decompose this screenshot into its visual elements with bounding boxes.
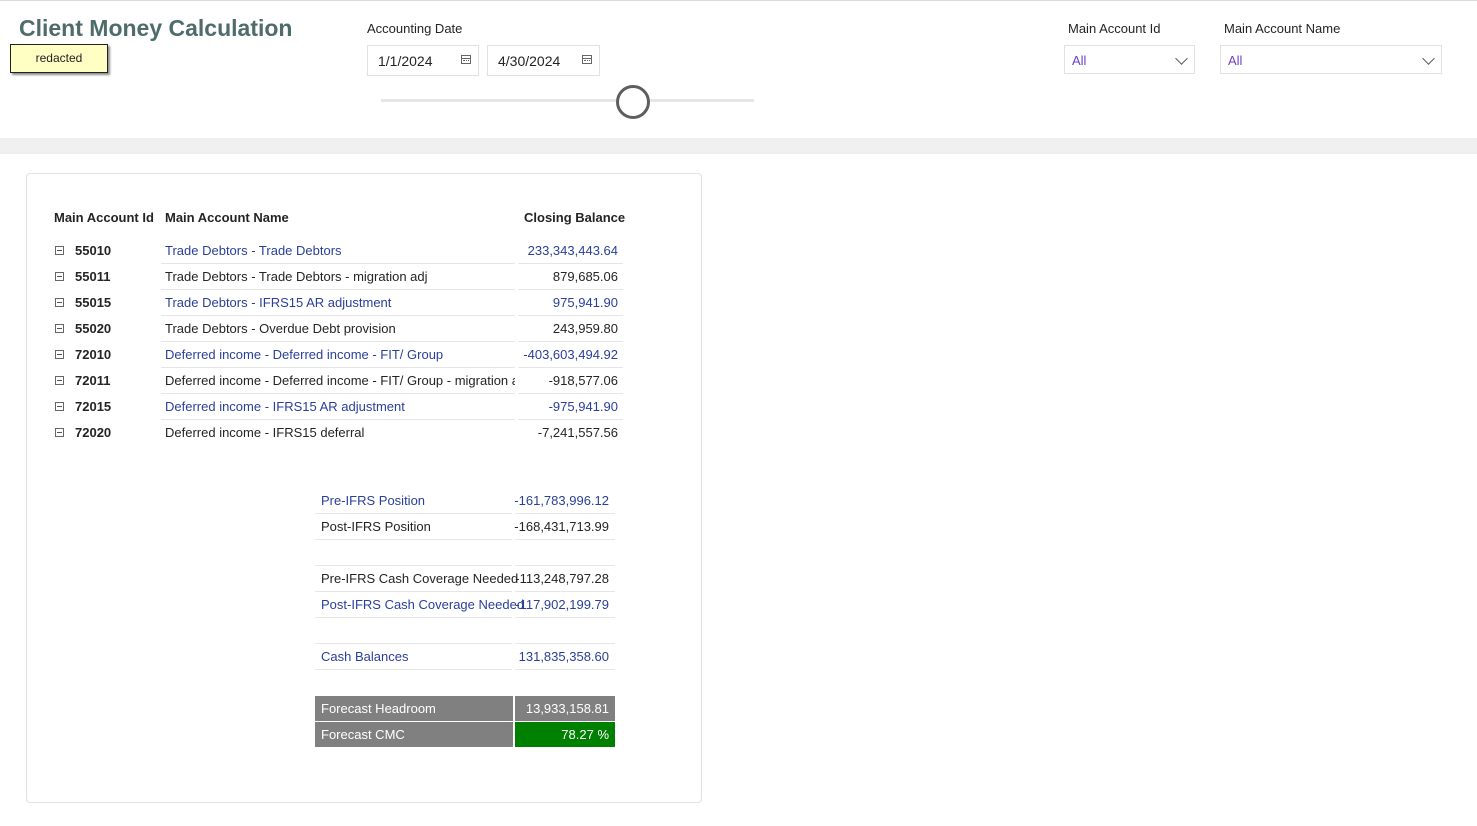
forecast-headroom-label: Forecast Headroom bbox=[315, 696, 513, 721]
column-header-closing-balance[interactable]: Closing Balance bbox=[524, 210, 625, 225]
forecast-headroom-row[interactable]: Forecast Headroom 13,933,158.81 bbox=[315, 696, 615, 721]
summary-label: Cash Balances bbox=[321, 649, 409, 664]
forecast-headroom-value: 13,933,158.81 bbox=[515, 696, 615, 721]
summary-row-cash-balances[interactable]: Cash Balances 131,835,358.60 bbox=[315, 644, 615, 670]
collapse-icon[interactable] bbox=[55, 350, 64, 359]
closing-balance: 975,941.90 bbox=[552, 295, 618, 310]
account-name: Deferred income - IFRS15 AR adjustment bbox=[165, 399, 405, 414]
summary-row-post-ifrs-position[interactable]: Post-IFRS Position -168,431,713.99 bbox=[315, 514, 615, 540]
summary-row-pre-ifrs-cash[interactable]: Pre-IFRS Cash Coverage Needed -113,248,7… bbox=[315, 566, 615, 592]
main-account-id-label: Main Account Id bbox=[1068, 21, 1161, 36]
closing-balance: -918,577.06 bbox=[548, 373, 618, 388]
main-account-id-dropdown[interactable]: All bbox=[1064, 45, 1195, 74]
summary-label: Post-IFRS Position bbox=[321, 519, 431, 534]
summary-label: Post-IFRS Cash Coverage Needed bbox=[321, 597, 525, 612]
calendar-icon[interactable] bbox=[461, 55, 471, 64]
summary-value: 131,835,358.60 bbox=[518, 649, 609, 664]
collapse-icon[interactable] bbox=[55, 298, 64, 307]
row-divider bbox=[315, 669, 512, 670]
table-row[interactable]: 72020 Deferred income - IFRS15 deferral … bbox=[48, 420, 623, 446]
collapse-icon[interactable] bbox=[55, 376, 64, 385]
table-row[interactable]: 55011 Trade Debtors - Trade Debtors - mi… bbox=[48, 264, 623, 290]
account-name: Deferred income - Deferred income - FIT/… bbox=[165, 347, 444, 362]
chevron-down-icon bbox=[1422, 52, 1435, 65]
table-row[interactable]: 72015 Deferred income - IFRS15 AR adjust… bbox=[48, 394, 623, 420]
calendar-icon[interactable] bbox=[582, 55, 592, 64]
account-name: Trade Debtors - Trade Debtors bbox=[165, 243, 342, 258]
column-header-main-account-id[interactable]: Main Account Id bbox=[54, 210, 154, 225]
summary-value: -117,902,199.79 bbox=[515, 597, 609, 612]
closing-balance: -403,603,494.92 bbox=[523, 347, 618, 362]
collapse-icon[interactable] bbox=[55, 428, 64, 437]
collapse-icon[interactable] bbox=[55, 246, 64, 255]
account-id: 72020 bbox=[75, 425, 112, 440]
account-id: 55010 bbox=[75, 243, 112, 258]
main-account-name-dropdown[interactable]: All bbox=[1220, 45, 1442, 74]
closing-balance: 879,685.06 bbox=[552, 269, 618, 284]
closing-balance: 243,959.80 bbox=[552, 321, 618, 336]
account-name: Trade Debtors - Trade Debtors - migratio… bbox=[165, 269, 428, 284]
closing-balance: 233,343,443.64 bbox=[527, 243, 618, 258]
collapse-icon[interactable] bbox=[55, 324, 64, 333]
closing-balance: -7,241,557.56 bbox=[537, 425, 618, 440]
accounting-date-label: Accounting Date bbox=[367, 21, 463, 36]
end-date-value: 4/30/2024 bbox=[498, 53, 561, 69]
account-name: Trade Debtors - IFRS15 AR adjustment bbox=[165, 295, 392, 310]
main-account-id-selected: All bbox=[1072, 53, 1087, 68]
summary-label: Pre-IFRS Position bbox=[321, 493, 426, 508]
start-date-value: 1/1/2024 bbox=[378, 53, 433, 69]
account-id: 55020 bbox=[75, 321, 112, 336]
account-id: 72010 bbox=[75, 347, 112, 362]
account-id: 55015 bbox=[75, 295, 112, 310]
summary-value: -168,431,713.99 bbox=[514, 519, 609, 534]
account-name: Trade Debtors - Overdue Debt provision bbox=[165, 321, 396, 336]
account-id: 72011 bbox=[75, 373, 111, 388]
summary-row-post-ifrs-cash[interactable]: Post-IFRS Cash Coverage Needed -117,902,… bbox=[315, 592, 615, 618]
account-id: 72015 bbox=[75, 399, 112, 414]
chevron-down-icon bbox=[1175, 52, 1188, 65]
forecast-cmc-value: 78.27 % bbox=[515, 722, 615, 747]
closing-balance: -975,941.90 bbox=[548, 399, 618, 414]
account-id: 55011 bbox=[75, 269, 111, 284]
forecast-cmc-row[interactable]: Forecast CMC 78.27 % bbox=[315, 722, 615, 747]
summary-value: -113,248,797.28 bbox=[515, 571, 609, 586]
date-range-slider-track[interactable] bbox=[381, 99, 754, 102]
collapse-icon[interactable] bbox=[55, 402, 64, 411]
summary-label: Pre-IFRS Cash Coverage Needed bbox=[321, 571, 519, 586]
row-divider bbox=[515, 669, 615, 670]
summary-row-pre-ifrs-position[interactable]: Pre-IFRS Position -161,783,996.12 bbox=[315, 488, 615, 514]
page-title: Client Money Calculation bbox=[19, 15, 293, 41]
column-header-main-account-name[interactable]: Main Account Name bbox=[165, 210, 289, 225]
end-date-input[interactable]: 4/30/2024 bbox=[487, 45, 600, 76]
redacted-note: redacted bbox=[10, 44, 108, 73]
summary-row-spacer bbox=[315, 540, 615, 566]
table-row[interactable]: 72011 Deferred income - Deferred income … bbox=[48, 368, 623, 394]
start-date-input[interactable]: 1/1/2024 bbox=[367, 45, 479, 76]
header-divider-band bbox=[0, 138, 1477, 154]
main-account-name-label: Main Account Name bbox=[1224, 21, 1341, 36]
account-name: Deferred income - IFRS15 deferral bbox=[165, 425, 365, 440]
summary-row-spacer bbox=[315, 618, 615, 644]
table-row[interactable]: 72010 Deferred income - Deferred income … bbox=[48, 342, 623, 368]
table-row[interactable]: 55010 Trade Debtors - Trade Debtors 233,… bbox=[48, 238, 623, 264]
table-row[interactable]: 55020 Trade Debtors - Overdue Debt provi… bbox=[48, 316, 623, 342]
table-row[interactable]: 55015 Trade Debtors - IFRS15 AR adjustme… bbox=[48, 290, 623, 316]
collapse-icon[interactable] bbox=[55, 272, 64, 281]
account-name: Deferred income - Deferred income - FIT/… bbox=[165, 373, 515, 388]
main-account-name-selected: All bbox=[1228, 53, 1243, 68]
summary-value: -161,783,996.12 bbox=[514, 493, 609, 508]
forecast-cmc-label: Forecast CMC bbox=[315, 722, 513, 747]
date-range-slider-handle[interactable] bbox=[616, 85, 650, 119]
